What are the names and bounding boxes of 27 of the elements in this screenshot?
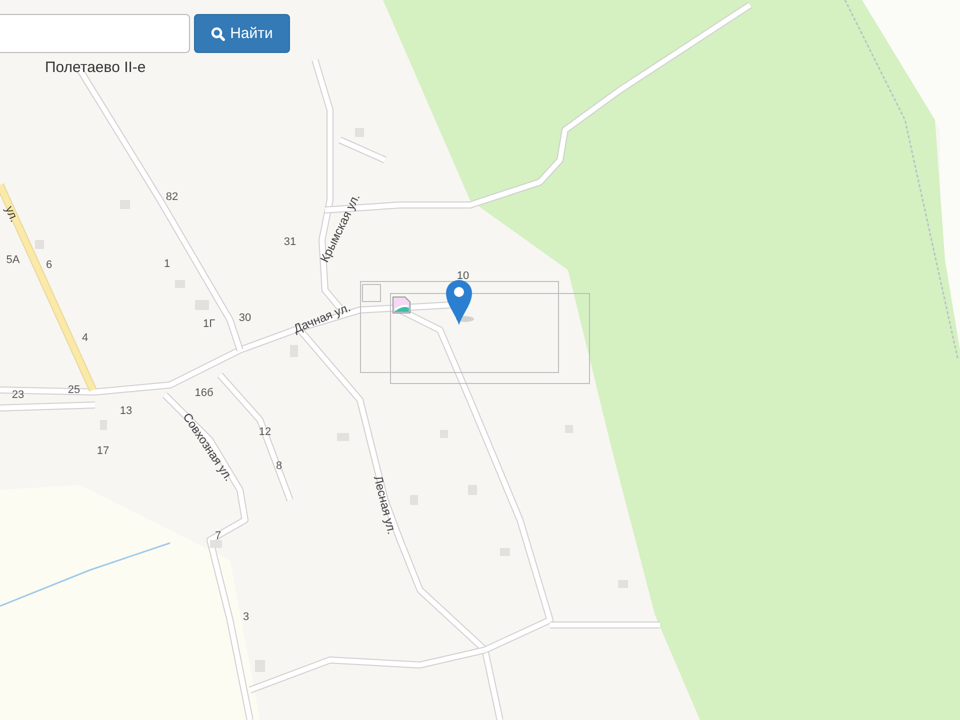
search-icon xyxy=(211,26,226,40)
house-number: 16б xyxy=(194,387,214,399)
house-number: 23 xyxy=(12,389,24,401)
house-number: 1Г xyxy=(202,318,216,330)
house-number: 30 xyxy=(238,312,252,324)
house-number: 7 xyxy=(214,530,222,542)
street-label: ул. xyxy=(2,204,22,224)
placeholder-square xyxy=(362,284,381,302)
house-number: 6 xyxy=(46,259,52,271)
search-field[interactable] xyxy=(0,14,190,53)
house-number: 4 xyxy=(82,332,88,344)
street-label: Лесная ул. xyxy=(370,474,400,536)
house-number: 12 xyxy=(258,426,272,438)
place-label: Полетаево II-е xyxy=(45,59,146,76)
house-number: 31 xyxy=(284,236,296,248)
house-number: 8 xyxy=(276,460,282,472)
broken-image-icon xyxy=(392,296,411,314)
house-number: 13 xyxy=(120,405,132,417)
house-number: 1 xyxy=(164,258,170,270)
house-number: 5А xyxy=(6,254,20,266)
house-number: 17 xyxy=(96,445,110,457)
house-number: 10 xyxy=(456,270,470,282)
house-number: 25 xyxy=(68,384,80,396)
house-number: 3 xyxy=(242,611,250,623)
search-button[interactable]: Найти xyxy=(194,14,290,53)
house-number: 82 xyxy=(166,191,178,203)
map-marker-icon xyxy=(445,279,475,325)
